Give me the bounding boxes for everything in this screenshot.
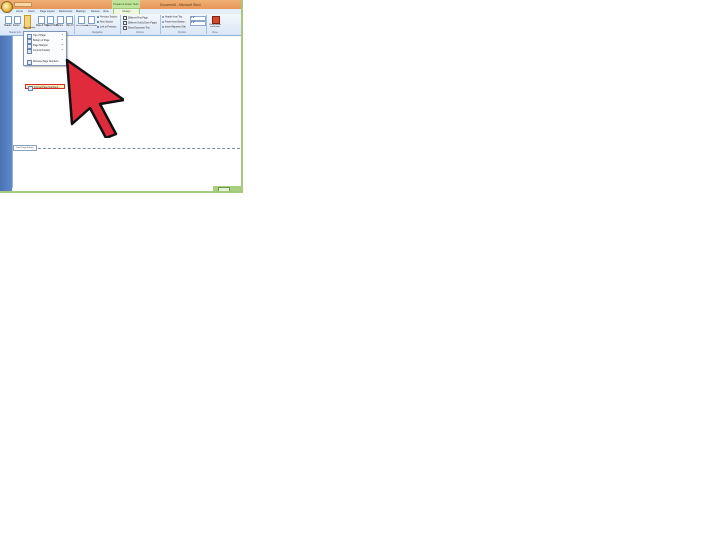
menu-item-label: Page Margins [33,44,48,47]
show-document-text-label: Show Document Text [128,27,150,30]
checkbox-icon [123,26,127,30]
page-number-menu: Top of Page ▸ Bottom of Page ▸ Page Marg… [23,31,67,91]
footer-from-bottom-row: Footer from Bottom: [162,21,185,24]
format-page-numbers-icon [28,86,33,91]
view-buttons[interactable] [218,187,230,191]
header-button-label: Header [4,25,12,27]
previous-section-icon [97,16,99,18]
different-odd-even-checkbox[interactable]: Different Odd & Even Pages [123,21,157,25]
link-icon [97,26,99,28]
group-label-header-footer: Header & F... [9,32,23,34]
window-title: Document1 - Microsoft Word [160,3,201,7]
close-header-footer-label: Close Header and Footer [208,24,222,29]
quick-parts-button[interactable] [47,16,54,24]
clip-art-button[interactable] [66,16,73,24]
clip-art-label: Clip Art [66,25,74,27]
group-separator [120,15,121,34]
next-section-icon [97,21,99,23]
footer-button-label: Footer [13,25,20,27]
header-position-icon [162,16,164,18]
link-to-previous-button[interactable]: Link to Previous [97,26,116,29]
header-button[interactable] [5,16,12,24]
next-section-label: Next Section [100,21,114,24]
insert-alignment-tab-button[interactable]: Insert Alignment Tab [162,26,186,29]
picture-button[interactable] [57,16,64,24]
next-section-button[interactable]: Next Section [97,21,113,24]
page-number-button-label: Page Number [23,27,36,29]
different-odd-even-label: Different Odd & Even Pages [128,22,157,25]
go-to-footer-button[interactable] [88,16,95,24]
word-window: Header & Footer Tools Document1 - Micros… [0,0,243,193]
current-position-icon [27,49,32,54]
picture-label: Picture [56,25,64,27]
footer-boundary-line [13,148,240,149]
checkbox-icon [123,16,127,20]
date-time-button[interactable] [38,16,45,24]
previous-section-label: Previous Section [100,16,118,19]
footer-from-bottom-input[interactable]: 0.5" [190,21,206,26]
alignment-tab-icon [162,26,164,28]
different-first-page-label: Different First Page [128,17,148,20]
red-pointer-arrow [65,58,124,138]
menu-item-format-page-numbers[interactable]: Format Page Numbers... [25,84,65,91]
arrow-shape [65,58,124,138]
show-document-text-checkbox[interactable]: Show Document Text [123,26,150,30]
footer-button[interactable] [14,16,21,24]
menu-item-label: Top of Page [33,34,46,37]
group-separator [160,15,161,34]
group-label-position: Position [178,32,187,34]
different-first-page-checkbox[interactable]: Different First Page [123,16,148,20]
menu-item-remove-page-numbers[interactable]: Remove Page Numbers [25,59,65,65]
group-label-navigation: Navigation [92,32,103,34]
close-header-footer-button[interactable] [212,16,220,24]
go-to-header-button[interactable] [78,16,85,24]
remove-page-numbers-icon [27,60,32,65]
group-label-options: Options [136,32,144,34]
menu-item-label: Remove Page Numbers [33,60,59,63]
page-background-edge [0,36,12,191]
previous-section-button[interactable]: Previous Section [97,16,117,19]
menu-item-label: Format Page Numbers... [34,86,61,89]
submenu-arrow-icon: ▸ [61,49,63,51]
group-separator [74,15,75,34]
first-page-footer-tag: First Page Footer [13,145,37,151]
insert-alignment-tab-label: Insert Alignment Tab [165,26,186,29]
office-button[interactable] [1,1,13,13]
footer-from-bottom-label: Footer from Bottom: [165,21,186,24]
menu-item-label: Current Position [33,49,51,52]
checkbox-icon [123,21,127,25]
quick-access-toolbar[interactable] [14,2,32,7]
link-to-previous-label: Link to Previous [100,26,117,29]
group-label-close: Close [212,32,218,34]
menu-item-current-position[interactable]: Current Position ▸ [25,48,65,54]
menu-item-label: Bottom of Page [33,39,50,42]
footer-position-icon [162,21,164,23]
go-to-footer-label: Go to Footer [86,25,98,27]
header-from-top-row: Header from Top: [162,16,183,19]
header-from-top-label: Header from Top: [165,16,183,19]
